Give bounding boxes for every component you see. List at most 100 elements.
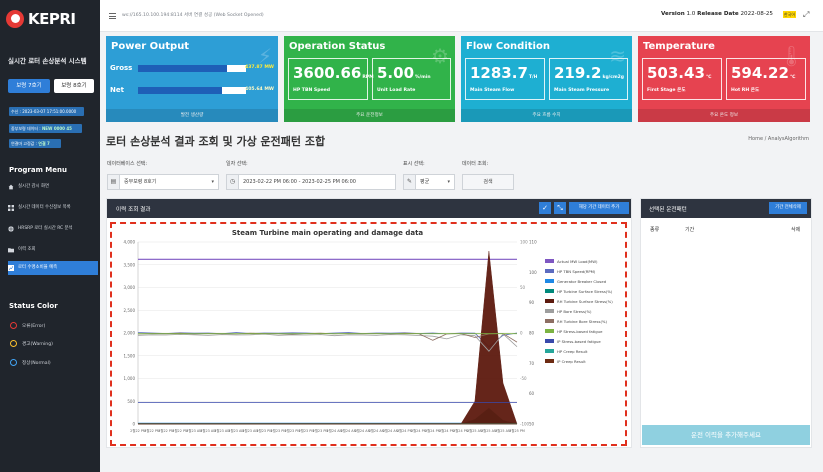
delete-all-periods-button[interactable]: 기간 전체삭제 [769,202,807,214]
gross-label: Gross [110,64,133,72]
connection-status-text: ws://165.10.100.194:8114 서버 연결 성공 (Web S… [122,13,264,18]
y-tick-label-right-inner: -100 [520,422,530,427]
results-title: 이력 조회 결과 [116,207,151,213]
legend-swatch [545,259,554,263]
gross-progress-fill [138,65,227,72]
series-area [138,407,518,425]
top-bar: ws://165.10.100.194:8114 서버 연결 성공 (Web S… [100,0,823,32]
chart-frame: Steam Turbine main operating and damage … [110,222,627,446]
y-tick-label-right-inner: 0 [520,331,523,336]
hot-rh-temp-value: 594.22℃ [731,64,795,82]
y-tick-label-right-outer: 60 [529,391,535,396]
pattern-title: 선택된 운전패턴 [649,207,687,213]
y-tick-label-right-outer: 100 [529,270,537,275]
flow-condition-footer: 주요 흐름 수치 [461,109,632,122]
add-operation-history-button[interactable]: 운전 이력을 추가해주세요 [642,425,810,445]
y-tick-label-right-inner: 50 [520,285,526,290]
database-select[interactable]: ▤ 중부보령 8호기 ▾ [107,174,219,190]
check-icon[interactable]: ✓ [539,202,551,214]
chevron-down-icon: ▾ [211,179,214,185]
status-error-icon [10,322,17,329]
y-tick-label-right-outer: 90 [529,300,535,305]
column-header-type: 종류 [650,227,660,233]
hot-rh-temp-number: 594.22 [731,64,789,82]
menu-item-life-prediction[interactable]: 로터 수명소비율 예측 [8,261,98,275]
unit-button-boryeong-8[interactable]: 보령 8호기 [54,79,94,93]
breadcrumb[interactable]: Home / AnalysAlgorithm [748,136,809,142]
status-warning-icon [10,340,17,347]
y-tick-label-left: 2,000 [124,331,136,336]
y-tick-label-left: 500 [127,399,135,404]
first-stage-temp-unit: ℃ [705,75,712,80]
display-select-value: 평균 [420,179,430,185]
status-normal-label: 정상(Normal) [22,360,51,366]
receive-time-label: 수신 : [11,109,21,114]
chart-icon [8,265,14,271]
first-stage-temp-box: 503.43℃ First Stage 온도 [642,58,722,100]
history-results-panel: 이력 조회 결과 ✓ ⤡ 해당 기간 데이터 추가 Steam Turbine … [106,198,632,448]
y-tick-label-left: 4,000 [124,240,136,245]
version-value: 1.0 [686,11,696,17]
legend-swatch [545,359,554,363]
legend-swatch [545,279,554,283]
operation-status-title: Operation Status [289,41,386,52]
connection-fixed-label: 연결마 고정값 : [11,141,37,146]
y-tick-label-right-inner: 100 [520,240,528,245]
net-progress-fill [138,87,223,94]
gross-number: 437.87 [245,65,263,70]
legend-label: HP Creep Result [557,349,588,354]
menu-item-label: 실시간 감시 화면 [18,184,50,189]
menu-item-label: 이력 조회 [18,247,36,252]
y-tick-label-left: 3,000 [124,285,136,290]
status-warning: 경고(Warning) [10,340,53,347]
globe-icon [8,226,14,232]
menu-item-data-receive-list[interactable]: 실시간 데이터 수신정보 목록 [8,201,98,215]
app-logo[interactable]: KEPRI [6,6,96,32]
menu-item-history[interactable]: 이력 조회 [8,243,98,257]
date-range-input[interactable]: ◷ 2023-02-22 PM 06:00 - 2023-02-25 PM 06:… [226,174,396,190]
hp-tbn-speed-label: HP TBN Speed [293,88,331,93]
display-select[interactable]: ✎ 평균 ▾ [403,174,455,190]
logo-mark-icon [6,10,24,28]
main-steam-pressure-box: 219.2kg/cm2g Main Steam Pressure [549,58,628,100]
legend-label: Actual MW Load(MW) [557,259,598,264]
gross-progress-bar [138,65,246,72]
main-steam-pressure-unit: kg/cm2g [602,75,625,80]
y-tick-label-right-inner: -50 [520,376,527,381]
data-status-label: 중부보령 데이터 : [11,126,41,131]
date-select-label: 일자 선택: [226,161,248,167]
home-icon [8,184,14,190]
status-warning-label: 경고(Warning) [22,341,53,347]
legend-label: IP Creep Result [557,359,586,364]
flow-condition-card: Flow Condition ≋ 1283.7T/H Main Steam Fl… [461,36,632,122]
power-output-footer: 발전 생산량 [106,109,278,122]
hot-rh-temp-unit: ℃ [789,75,796,80]
hot-rh-temp-label: Hot RH 온도 [731,88,760,93]
menu-toggle-icon[interactable] [109,13,116,19]
net-value: 405.64 MW [245,87,274,92]
status-color-title: Status Color [9,302,58,310]
menu-item-rc-analysis[interactable]: HRSRP 로터 실시간 RC 분석 [8,222,98,236]
menu-item-realtime-monitor[interactable]: 실시간 감시 화면 [8,180,98,194]
add-period-data-button[interactable]: 해당 기간 데이터 추가 [569,202,629,214]
main-steam-pressure-label: Main Steam Pressure [554,88,610,93]
connection-fixed-badge: 연결마 고정값 : 연결 7 [9,139,61,148]
language-badge[interactable]: 한국어 [783,11,796,18]
unit-button-boryeong-7[interactable]: 보령 7호기 [8,79,50,93]
hot-rh-temp-box: 594.22℃ Hot RH 온도 [726,58,806,100]
hp-tbn-speed-number: 3600.66 [293,64,362,82]
menu-item-label: 로터 수명소비율 예측 [18,265,58,270]
database-select-value: 중부보령 8호기 [124,179,157,185]
pattern-header: 선택된 운전패턴 기간 전체삭제 [641,199,811,218]
net-progress-bar [138,87,246,94]
main-steam-pressure-value: 219.2kg/cm2g [554,64,624,82]
temperature-card: Temperature 🌡 503.43℃ First Stage 온도 594… [638,36,810,122]
zoom-icon[interactable]: ⤡ [554,202,566,214]
unit-load-rate-unit: %/min [415,75,431,80]
fullscreen-icon[interactable]: ⤢ [803,11,811,19]
first-stage-temp-label: First Stage 온도 [647,88,686,93]
hp-tbn-speed-box: 3600.66RPM HP TBN Speed [288,58,374,100]
search-button[interactable]: 검색 [462,174,514,190]
legend-label: HP Stress-based fatigue [557,329,603,334]
folder-icon [8,248,14,253]
